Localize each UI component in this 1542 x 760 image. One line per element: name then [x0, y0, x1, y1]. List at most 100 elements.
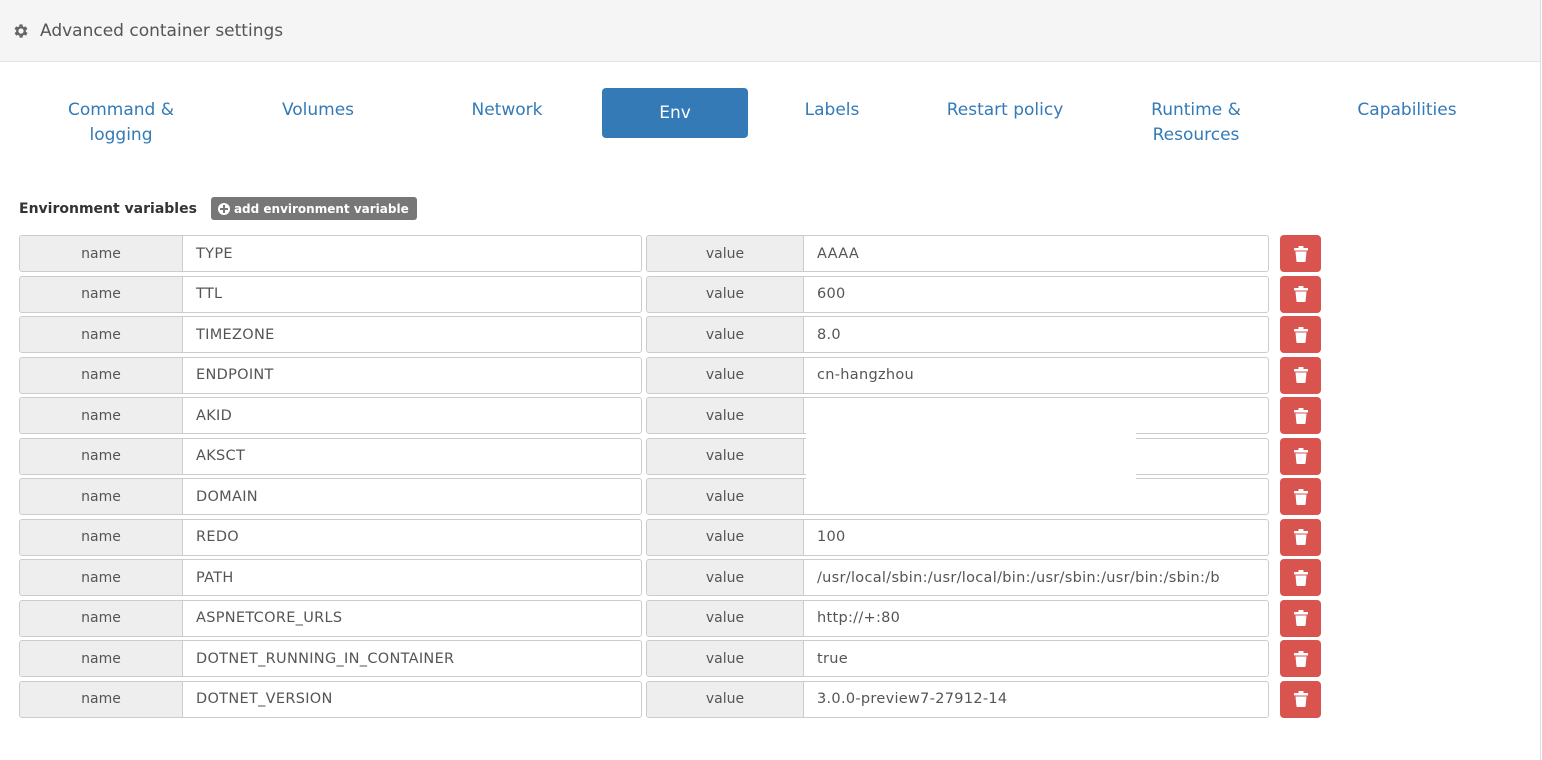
env-value-input[interactable]: 100 — [804, 520, 1268, 555]
env-variable-row: name ASPNETCORE_URLS value http://+:80 — [19, 599, 1321, 637]
name-addon: name — [20, 236, 183, 271]
env-name-group: name PATH — [19, 559, 642, 596]
panel-title: Advanced container settings — [40, 20, 284, 41]
trash-icon — [1293, 407, 1308, 424]
trash-icon — [1293, 448, 1308, 464]
value-addon: value — [647, 398, 804, 433]
tab-capabilities[interactable]: Capabilities — [1332, 88, 1482, 138]
env-name-group: name AKSCT — [19, 437, 642, 475]
value-addon: value — [647, 479, 804, 514]
env-value-input[interactable]: /usr/local/sbin:/usr/local/bin:/usr/sbin… — [804, 560, 1268, 595]
env-name-input[interactable]: DOTNET_RUNNING_IN_CONTAINER — [183, 641, 641, 676]
tab-label: Capabilities — [1357, 100, 1457, 120]
tab-label: Network — [471, 100, 543, 120]
env-value-input[interactable]: AAAA — [804, 236, 1268, 271]
name-addon: name — [20, 519, 183, 555]
name-addon: name — [20, 276, 183, 312]
delete-variable-button[interactable] — [1280, 316, 1321, 353]
tab-label: Volumes — [281, 100, 355, 120]
env-variable-row: name TTL value 600 — [19, 275, 1321, 313]
env-name-group: name ASPNETCORE_URLS — [19, 599, 642, 637]
env-variable-row: name ENDPOINT value cn-hangzhou — [19, 356, 1321, 394]
value-addon: value — [647, 438, 804, 474]
name-addon: name — [20, 357, 183, 393]
value-addon: value — [647, 681, 804, 717]
env-value-input[interactable]: 3.0.0-preview7-27912-14 — [804, 682, 1268, 717]
tab-label: Runtime & — [1151, 100, 1241, 120]
add-environment-variable-button[interactable]: add environment variable — [210, 197, 417, 220]
env-name-input[interactable]: ENDPOINT — [183, 358, 641, 393]
env-name-group: name TTL — [19, 275, 642, 313]
env-name-input[interactable]: TTL — [183, 277, 641, 312]
env-name-input[interactable]: TYPE — [183, 236, 641, 271]
name-addon: name — [20, 560, 183, 595]
tab-label: Resources — [1152, 125, 1240, 145]
tab-labels[interactable]: Labels — [757, 88, 907, 138]
delete-variable-button[interactable] — [1280, 275, 1321, 313]
redacted-area — [806, 400, 1136, 512]
delete-variable-button[interactable] — [1280, 356, 1321, 394]
env-name-input[interactable]: REDO — [183, 520, 641, 555]
env-name-group: name AKID — [19, 397, 642, 434]
tab-label: logging — [89, 125, 153, 145]
env-name-input[interactable]: TIMEZONE — [183, 317, 641, 352]
tab-runtime-resources[interactable]: Runtime & Resources — [1121, 88, 1271, 145]
tab-network[interactable]: Network — [432, 88, 582, 138]
trash-icon — [1293, 286, 1308, 302]
delete-variable-button[interactable] — [1280, 518, 1321, 556]
trash-icon — [1293, 610, 1308, 626]
trash-icon — [1293, 245, 1308, 262]
tab-label: Restart policy — [946, 100, 1064, 120]
env-value-input[interactable]: 600 — [804, 277, 1268, 312]
panel-border — [1540, 0, 1541, 760]
env-variable-row: name TYPE value AAAA — [19, 235, 1321, 272]
delete-variable-button[interactable] — [1280, 640, 1321, 677]
tab-env[interactable]: Env — [602, 88, 748, 138]
delete-variable-button[interactable] — [1280, 559, 1321, 596]
env-variable-row: name PATH value /usr/local/sbin:/usr/loc… — [19, 559, 1321, 596]
delete-variable-button[interactable] — [1280, 599, 1321, 637]
env-name-input[interactable]: AKSCT — [183, 439, 641, 474]
name-addon: name — [20, 641, 183, 676]
value-addon: value — [647, 317, 804, 352]
env-value-input[interactable]: cn-hangzhou — [804, 358, 1268, 393]
env-value-group: value 3.0.0-preview7-27912-14 — [646, 680, 1269, 718]
env-name-group: name DOMAIN — [19, 478, 642, 515]
env-section-label: Environment variables — [19, 200, 197, 217]
delete-variable-button[interactable] — [1280, 235, 1321, 272]
value-addon: value — [647, 236, 804, 271]
env-name-group: name TIMEZONE — [19, 316, 642, 353]
env-name-input[interactable]: ASPNETCORE_URLS — [183, 601, 641, 636]
tab-label: Labels — [804, 100, 860, 120]
name-addon: name — [20, 398, 183, 433]
delete-variable-button[interactable] — [1280, 680, 1321, 718]
env-name-group: name REDO — [19, 518, 642, 556]
value-addon: value — [647, 357, 804, 393]
delete-variable-button[interactable] — [1280, 437, 1321, 475]
env-name-input[interactable]: AKID — [183, 398, 641, 433]
trash-icon — [1293, 488, 1308, 505]
env-value-input[interactable]: true — [804, 641, 1268, 676]
env-name-input[interactable]: DOTNET_VERSION — [183, 682, 641, 717]
value-addon: value — [647, 519, 804, 555]
env-name-input[interactable]: DOMAIN — [183, 479, 641, 514]
env-value-input[interactable]: http://+:80 — [804, 601, 1268, 636]
delete-variable-button[interactable] — [1280, 397, 1321, 434]
value-addon: value — [647, 641, 804, 676]
env-value-group: value AAAA — [646, 235, 1269, 272]
tab-restart-policy[interactable]: Restart policy — [925, 88, 1085, 138]
name-addon: name — [20, 479, 183, 514]
env-value-group: value true — [646, 640, 1269, 677]
env-name-input[interactable]: PATH — [183, 560, 641, 595]
trash-icon — [1293, 529, 1308, 545]
trash-icon — [1293, 650, 1308, 667]
tab-command-logging[interactable]: Command & logging — [46, 88, 196, 145]
name-addon: name — [20, 681, 183, 717]
tab-volumes[interactable]: Volumes — [243, 88, 393, 138]
env-value-input[interactable]: 8.0 — [804, 317, 1268, 352]
delete-variable-button[interactable] — [1280, 478, 1321, 515]
plus-circle-icon — [217, 202, 230, 215]
name-addon: name — [20, 317, 183, 352]
trash-icon — [1293, 326, 1308, 343]
env-variable-row: name DOTNET_RUNNING_IN_CONTAINER value t… — [19, 640, 1321, 677]
